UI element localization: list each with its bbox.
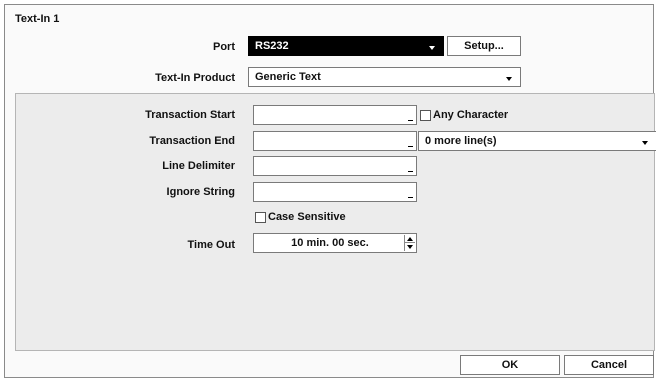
port-value: RS232: [255, 40, 289, 52]
transaction-end-input[interactable]: [253, 131, 417, 151]
transaction-end-label: Transaction End: [149, 135, 235, 147]
setup-button[interactable]: Setup...: [447, 36, 521, 56]
product-label: Text-In Product: [155, 72, 235, 84]
ignore-string-label: Ignore String: [166, 186, 235, 198]
dropdown-arrow-icon: [429, 46, 435, 50]
cancel-button[interactable]: Cancel: [564, 355, 654, 375]
spinner-up-icon[interactable]: [407, 237, 413, 241]
dropdown-arrow-icon: [642, 141, 648, 145]
spinner-down-icon[interactable]: [407, 245, 413, 249]
any-character-label: Any Character: [433, 109, 509, 121]
input-caret-mark: [408, 120, 413, 121]
input-caret-mark: [408, 171, 413, 172]
line-delimiter-input[interactable]: [253, 156, 417, 176]
more-lines-value: 0 more line(s): [425, 135, 497, 147]
case-sensitive-label: Case Sensitive: [268, 211, 346, 223]
dialog-title: Text-In 1: [15, 13, 60, 25]
any-character-checkbox[interactable]: [420, 110, 431, 121]
ignore-string-input[interactable]: [253, 182, 417, 202]
input-caret-mark: [408, 197, 413, 198]
product-value: Generic Text: [255, 71, 321, 83]
spinner-control[interactable]: [404, 235, 415, 251]
port-label: Port: [213, 41, 235, 53]
text-in-dialog: Text-In 1 Port RS232 Setup... Text-In Pr…: [4, 4, 656, 378]
spinner-divider: [405, 242, 415, 243]
product-dropdown[interactable]: Generic Text: [248, 67, 521, 87]
time-out-value: 10 min. 00 sec.: [291, 237, 369, 249]
time-out-label: Time Out: [187, 239, 235, 251]
input-caret-mark: [408, 146, 413, 147]
ok-button[interactable]: OK: [460, 355, 560, 375]
case-sensitive-checkbox[interactable]: [255, 212, 266, 223]
port-dropdown[interactable]: RS232: [248, 36, 444, 56]
more-lines-dropdown[interactable]: 0 more line(s): [418, 131, 656, 151]
dropdown-arrow-icon: [506, 77, 512, 81]
transaction-start-input[interactable]: [253, 105, 417, 125]
line-delimiter-label: Line Delimiter: [162, 160, 235, 172]
time-out-spinner[interactable]: 10 min. 00 sec.: [253, 233, 417, 253]
transaction-start-label: Transaction Start: [145, 109, 235, 121]
